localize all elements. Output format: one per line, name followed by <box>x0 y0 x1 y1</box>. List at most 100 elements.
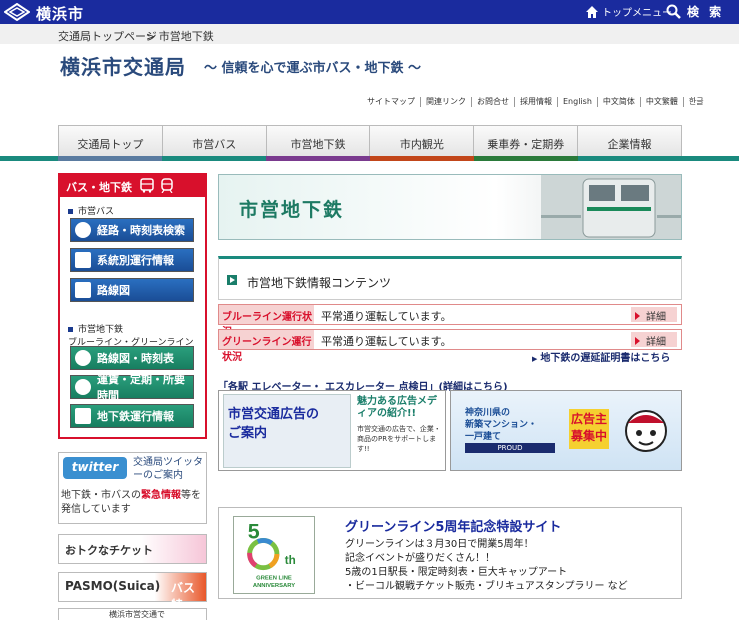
nav-item-subway[interactable]: 市営地下鉄 <box>265 126 370 160</box>
bottom-banner[interactable]: 横浜市営交通で <box>58 608 207 620</box>
ad-image-line2: ご案内 <box>228 426 268 441</box>
green-line-status-label: グリーンライン運行状況 <box>219 330 314 363</box>
sidebar-subway-section: 市営地下鉄 <box>68 322 123 335</box>
green-line-status-row: グリーンライン運行状況 平常通り運転しています。 詳細 <box>218 329 682 363</box>
yokohama-logo-icon[interactable] <box>4 3 30 21</box>
subway-fare-label: 運賃・定期・所要時間 <box>97 373 185 402</box>
anniversary-line: ・ビーコル観戦チケット販売・ブリキュアスタンプラリー など <box>345 581 628 592</box>
breadcrumb-current: > 市営地下鉄 <box>146 30 214 43</box>
twitter-info-box[interactable]: twitter 交通局ツイッターのご案内 地下鉄・市バスの緊急情報等を発信してい… <box>58 452 207 524</box>
subway-fare-button[interactable]: 運賃・定期・所要時間 <box>70 373 194 402</box>
nav-stripe-seg <box>266 156 370 161</box>
home-icon <box>586 5 598 18</box>
nav-item-corporate[interactable]: 企業情報 <box>577 126 681 160</box>
property-line3: 一戸建て <box>465 432 502 442</box>
bus-route-map-button[interactable]: 路線図 <box>70 278 194 302</box>
utility-links: サイトマップ 関連リンク お問合せ 採用情報 English 中文简体 中文繁體… <box>362 97 709 107</box>
green-line-anniversary-box[interactable]: 5 th GREEN LINE ANNIVERSARY グリーンライン5周年記念… <box>218 507 682 599</box>
nav-item-top[interactable]: 交通局トップ <box>59 126 162 160</box>
page-tagline: ～ 信頼を心で運ぶ市バス・地下鉄 ～ <box>204 61 422 76</box>
twitter-desc-prefix: 地下鉄・市バスの <box>61 490 141 501</box>
twitter-description: 地下鉄・市バスの緊急情報等を発信しています <box>61 489 207 517</box>
delay-certificate-link[interactable]: 地下鉄の遅延証明書はこちら <box>532 349 670 364</box>
bus-route-search-label: 経路・時刻表検索 <box>97 224 185 237</box>
ad-heading: 魅力ある広告メディアの紹介!! <box>357 396 437 419</box>
ad-body: 市営交通の広告で、企業・商品のPRをサポートします!! <box>357 425 441 453</box>
ticket-banner[interactable]: おトクなチケット <box>58 534 207 564</box>
green-line-status-text: 平常通り運転しています。 <box>321 335 452 348</box>
train-front-icon <box>75 408 91 424</box>
bus-icon <box>140 178 154 193</box>
top-menu-label: トップメニュー <box>602 8 672 19</box>
bus-route-map-label: 路線図 <box>97 284 130 297</box>
page-title[interactable]: 横浜市交通局 <box>60 51 186 80</box>
subway-heading: 市営地下鉄 <box>239 199 345 221</box>
subway-header-banner: 市営地下鉄 <box>218 174 682 240</box>
twitter-label[interactable]: 交通局ツイッターのご案内 <box>133 456 205 482</box>
anniv-logo-line1: GREEN LINE <box>256 575 292 581</box>
search-icon <box>666 4 681 19</box>
util-link-korean[interactable]: 한글 <box>682 97 709 107</box>
search-label: 検 索 <box>687 5 725 19</box>
anniversary-title[interactable]: グリーンライン5周年記念特設サイト <box>345 516 561 535</box>
clock-icon <box>75 350 91 366</box>
advertiser-recruit-banner[interactable]: 神奈川県の 新築マンション・ 一戸建て PROUD 広告主 募集中 <box>450 390 682 471</box>
bus-route-search-button[interactable]: 経路・時刻表検索 <box>70 218 194 242</box>
anniv-logo-num: 5 <box>248 519 260 543</box>
subway-map-timetable-label: 路線図・時刻表 <box>97 352 174 365</box>
list-icon <box>75 282 91 298</box>
bus-front-icon <box>75 252 91 268</box>
nav-stripe-seg <box>474 156 578 161</box>
nav-color-stripe <box>0 156 739 161</box>
pasmo-banner-label: PASMO(Suica) <box>65 579 161 593</box>
nav-item-bus[interactable]: 市営バス <box>161 126 266 160</box>
nav-stripe-seg <box>58 156 162 161</box>
top-menu-link[interactable]: トップメニュー <box>585 4 672 19</box>
nav-item-sightseeing[interactable]: 市内観光 <box>369 126 474 160</box>
util-link-contact[interactable]: お問合せ <box>471 97 514 107</box>
bus-operation-info-label: 系統別運行情報 <box>97 254 174 267</box>
breadcrumb: 交通局トップページ > 市営地下鉄 <box>0 24 739 44</box>
search-link[interactable]: 検 索 <box>666 3 724 20</box>
blue-line-detail-button[interactable]: 詳細 <box>631 307 677 323</box>
sidebar-bus-section: 市営バス <box>68 204 114 217</box>
nav-item-tickets[interactable]: 乗車券・定期券 <box>473 126 578 160</box>
ticket-banner-label: おトクなチケット <box>65 544 153 557</box>
clock-icon <box>75 222 91 238</box>
util-link-related[interactable]: 関連リンク <box>420 97 471 107</box>
subway-operation-info-button[interactable]: 地下鉄運行情報 <box>70 404 194 428</box>
recruit-badge: 広告主 募集中 <box>569 409 609 449</box>
sidebar-header: バス・地下鉄 <box>60 175 205 197</box>
sidebar-bus-subway: バス・地下鉄 市営バス 経路・時刻表検索 系統別運行情報 路線図 市営地下鉄 ブ… <box>58 173 207 439</box>
anniversary-line: 5歳の1日駅長・限定時刻表・巨大キャップアート <box>345 567 568 578</box>
train-icon <box>161 178 173 193</box>
sidebar-header-label: バス・地下鉄 <box>66 181 132 194</box>
util-link-chinese-traditional[interactable]: 中文繁體 <box>639 97 683 107</box>
nav-stripe-seg <box>162 156 266 161</box>
util-link-recruit[interactable]: 採用情報 <box>514 97 557 107</box>
anniversary-line: グリーンラインは３月30日で開業5周年！ <box>345 539 534 550</box>
info-contents-title: 市営地下鉄情報コンテンツ <box>247 276 392 290</box>
twitter-desc-emphasis: 緊急情報 <box>141 490 181 501</box>
subway-map-timetable-button[interactable]: 路線図・時刻表 <box>70 346 194 370</box>
advertising-banner[interactable]: 市営交通広告の ご案内 魅力ある広告メディアの紹介!! 市営交通の広告で、企業・… <box>218 390 446 471</box>
subway-info-contents: 市営地下鉄情報コンテンツ <box>218 256 682 300</box>
train-photo <box>541 175 681 239</box>
bus-operation-info-button[interactable]: 系統別運行情報 <box>70 248 194 272</box>
blue-line-status-label: ブルーライン運行状況 <box>219 305 314 338</box>
proud-label: PROUD <box>465 443 555 453</box>
recruit-line2: 募集中 <box>570 429 607 443</box>
breadcrumb-home[interactable]: 交通局トップページ <box>58 28 157 44</box>
blue-line-status-row: ブルーライン運行状況 平常通り運転しています。 詳細 <box>218 304 682 338</box>
util-link-sitemap[interactable]: サイトマップ <box>362 97 420 107</box>
mascot-icon <box>625 410 667 452</box>
subway-operation-info-label: 地下鉄運行情報 <box>97 410 174 423</box>
green-line-detail-button[interactable]: 詳細 <box>631 332 677 348</box>
bottom-banner-label: 横浜市営交通で <box>109 610 165 619</box>
util-link-chinese-simplified[interactable]: 中文简体 <box>596 97 640 107</box>
anniv-logo-th: th <box>285 554 296 567</box>
site-name[interactable]: 横浜市 <box>36 3 84 24</box>
pasmo-banner[interactable]: PASMO(Suica) バス特 <box>58 572 207 612</box>
anniv-logo-line2: ANNIVERSARY <box>253 583 295 589</box>
util-link-english[interactable]: English <box>557 97 597 107</box>
